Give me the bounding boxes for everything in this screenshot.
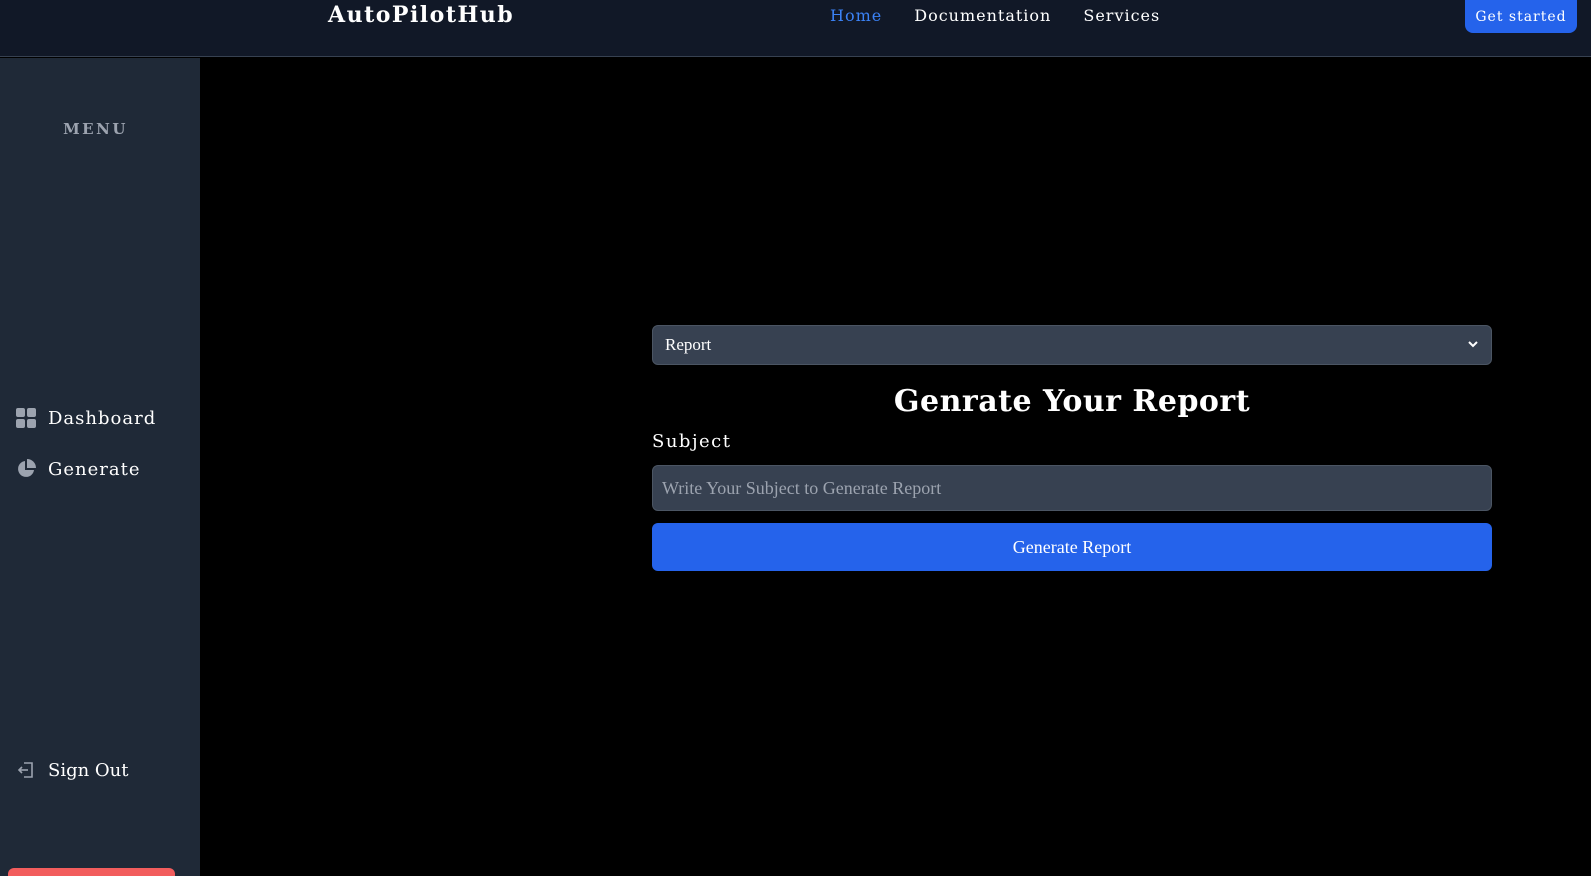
brand-logo-text[interactable]: AutoPilotHub [328, 2, 514, 28]
main-nav: Home Documentation Services [830, 6, 1192, 25]
sidebar: MENU Dashboard Generate Sign Out [0, 58, 200, 876]
nav-link-home[interactable]: Home [830, 6, 882, 25]
select-value: Report [665, 335, 712, 354]
report-form: Report Genrate Your Report Subject Gener… [652, 325, 1492, 571]
report-type-select[interactable]: Report [652, 325, 1492, 365]
get-started-button[interactable]: Get started [1465, 0, 1577, 33]
nav-link-services[interactable]: Services [1083, 6, 1160, 25]
sidebar-danger-button[interactable] [8, 868, 175, 876]
sidebar-item-dashboard[interactable]: Dashboard [15, 407, 156, 429]
subject-input[interactable] [652, 465, 1492, 511]
sign-out-label: Sign Out [48, 759, 129, 781]
top-navbar: AutoPilotHub Home Documentation Services… [0, 0, 1591, 57]
chevron-down-icon [1467, 335, 1479, 355]
sidebar-menu-title: MENU [63, 120, 128, 138]
nav-link-documentation[interactable]: Documentation [914, 6, 1051, 25]
grid-icon [15, 407, 37, 429]
subject-label: Subject [652, 431, 732, 452]
logout-icon [15, 759, 37, 781]
sign-out-link[interactable]: Sign Out [15, 759, 129, 781]
generate-report-button[interactable]: Generate Report [652, 523, 1492, 571]
sidebar-item-label: Generate [48, 458, 141, 480]
sidebar-item-label: Dashboard [48, 407, 157, 429]
sidebar-item-generate[interactable]: Generate [15, 458, 141, 480]
form-heading: Genrate Your Report [893, 384, 1251, 419]
pie-chart-icon [15, 458, 37, 480]
